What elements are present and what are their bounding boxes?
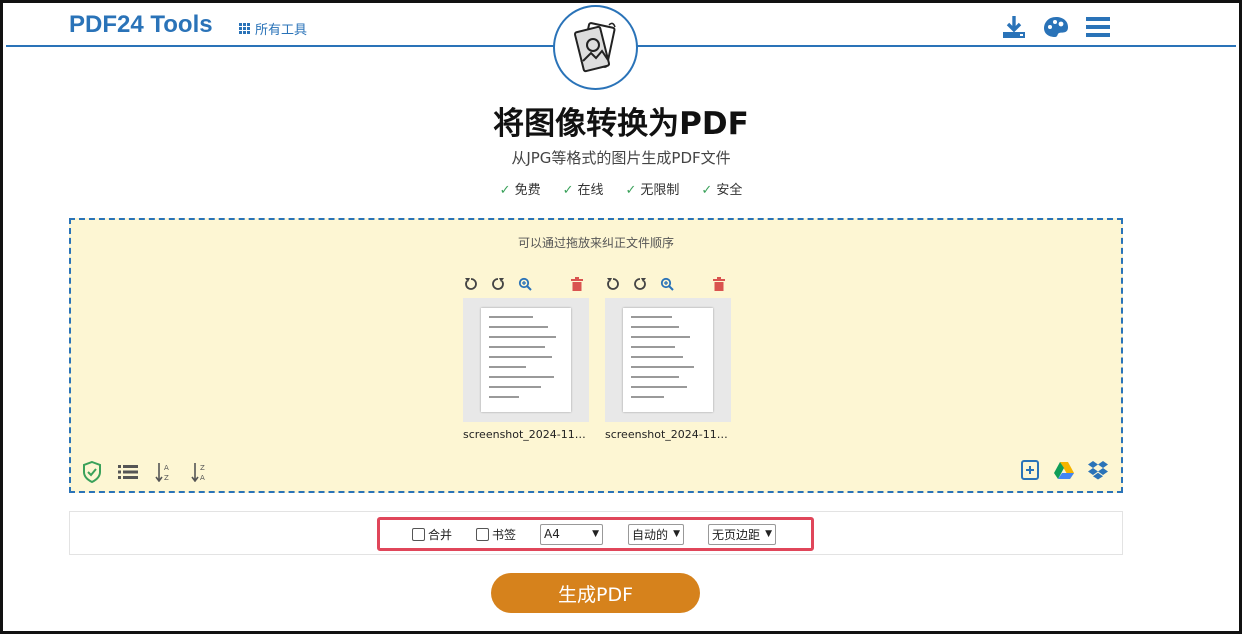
header-actions — [1000, 13, 1112, 41]
dropzone-left-tools: AZ ZA — [81, 461, 211, 483]
svg-text:A: A — [200, 474, 205, 482]
margin-select[interactable]: 无页边距 ▼ — [708, 523, 777, 545]
file-toolbar — [605, 276, 731, 292]
drag-hint: 可以通过拖放来纠正文件顺序 — [517, 236, 674, 250]
file-drop-zone[interactable]: 可以通过拖放来纠正文件顺序 screenshot_2024-11-1... sc… — [69, 218, 1123, 493]
bookmark-checkbox[interactable]: 书签 — [476, 526, 516, 543]
checkbox-box[interactable] — [412, 527, 425, 541]
file-toolbar — [463, 276, 589, 292]
page-size-select[interactable]: A4 ▼ — [540, 523, 604, 545]
checkbox-box[interactable] — [476, 527, 490, 541]
dropbox-icon[interactable] — [1087, 459, 1109, 481]
feature-item: ✓ 无限制 — [625, 183, 680, 198]
menu-icon[interactable] — [1084, 13, 1112, 41]
palette-icon[interactable] — [1042, 13, 1070, 41]
shield-check-icon[interactable] — [81, 461, 103, 483]
rotate-left-icon[interactable] — [605, 276, 621, 292]
grid-icon — [239, 23, 250, 34]
orientation-select[interactable]: 自动的 ▼ — [628, 523, 685, 545]
dropzone-right-tools — [1019, 459, 1109, 481]
images-to-pdf-icon — [573, 21, 616, 72]
checkmark-icon: ✓ — [701, 183, 713, 198]
delete-icon[interactable] — [711, 276, 727, 292]
sort-az-icon[interactable]: AZ — [153, 461, 175, 483]
feature-item: ✓ 在线 — [562, 183, 604, 198]
file-card[interactable]: screenshot_2024-11-1... — [605, 276, 731, 441]
list-view-icon[interactable] — [117, 461, 139, 483]
page-preview — [623, 308, 713, 412]
all-tools-link[interactable]: 所有工具 — [239, 19, 307, 38]
rotate-left-icon[interactable] — [463, 276, 479, 292]
svg-text:Z: Z — [164, 474, 169, 482]
file-name: screenshot_2024-11-1... — [463, 428, 589, 441]
page-subtitle: 从JPG等格式的图片生成PDF文件 — [511, 149, 731, 167]
svg-text:Z: Z — [200, 464, 205, 472]
chevron-down-icon: ▼ — [592, 529, 600, 539]
all-tools-label: 所有工具 — [255, 23, 308, 38]
checkmark-icon: ✓ — [625, 183, 637, 198]
rotate-right-icon[interactable] — [632, 276, 648, 292]
checkmark-icon: ✓ — [562, 183, 574, 198]
page-preview — [481, 308, 571, 412]
file-thumbnail[interactable] — [463, 298, 589, 422]
chevron-down-icon: ▼ — [673, 529, 681, 539]
brand-logo[interactable]: PDF24 Tools — [69, 11, 213, 39]
download-icon[interactable] — [1000, 13, 1028, 41]
zoom-icon[interactable] — [659, 276, 675, 292]
checkmark-icon: ✓ — [499, 183, 511, 198]
file-thumbnail[interactable] — [605, 298, 731, 422]
chevron-down-icon: ▼ — [765, 529, 773, 539]
svg-text:A: A — [164, 464, 169, 472]
file-card[interactable]: screenshot_2024-11-1... — [463, 276, 589, 441]
zoom-icon[interactable] — [517, 276, 533, 292]
page-title: 将图像转换为PDF — [493, 106, 749, 142]
generate-pdf-button[interactable]: 生成PDF — [491, 573, 700, 613]
google-drive-icon[interactable] — [1053, 459, 1075, 481]
file-name: screenshot_2024-11-1... — [605, 428, 731, 441]
sort-za-icon[interactable]: ZA — [189, 461, 211, 483]
add-file-icon[interactable] — [1019, 459, 1041, 481]
feature-item: ✓ 安全 — [701, 183, 743, 198]
app-window: PDF24 Tools 所有工具 将图像转换为PDF 从JPG等格式的图片生成P… — [0, 0, 1242, 634]
options-bar: 合并 书签 A4 ▼ 自动的 ▼ 无页边距 ▼ — [377, 517, 814, 551]
tool-illustration — [553, 5, 638, 90]
feature-list: ✓ 免费 ✓ 在线 ✓ 无限制 ✓ 安全 — [3, 179, 1239, 198]
delete-icon[interactable] — [569, 276, 585, 292]
feature-item: ✓ 免费 — [499, 183, 541, 198]
rotate-right-icon[interactable] — [490, 276, 506, 292]
merge-checkbox[interactable]: 合并 — [412, 526, 452, 543]
